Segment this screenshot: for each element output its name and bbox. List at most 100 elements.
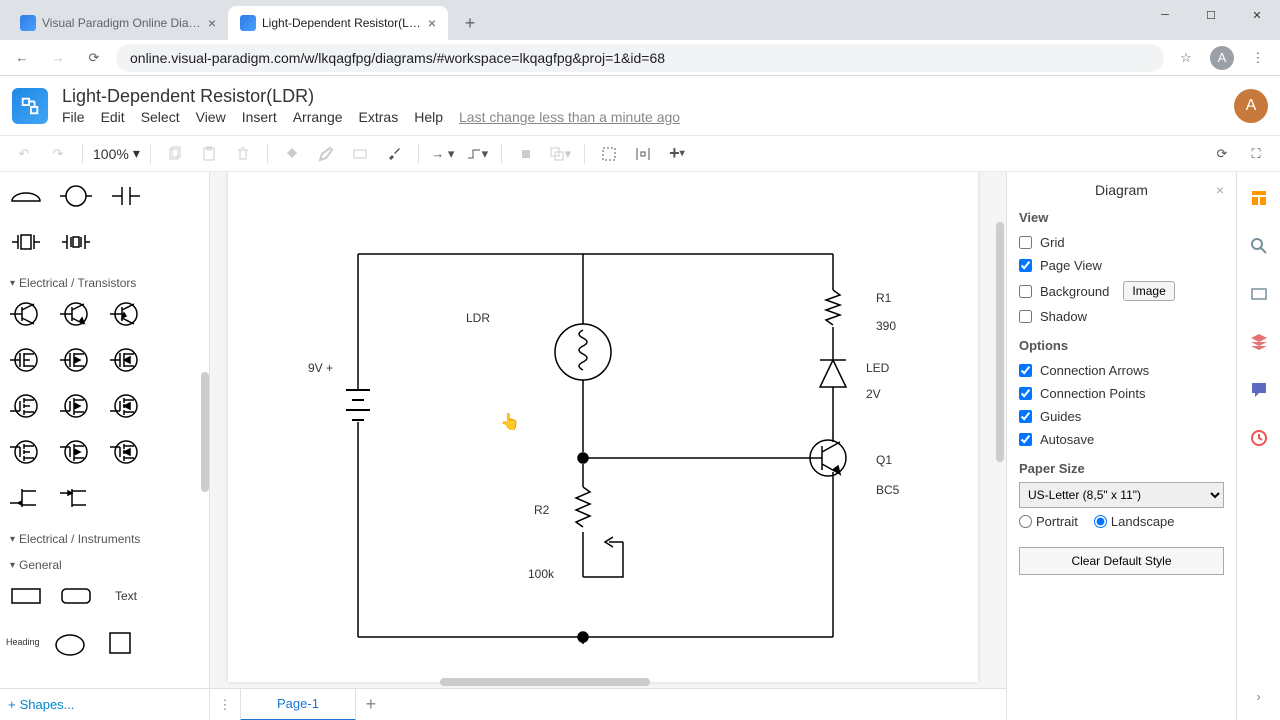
paste-button[interactable] xyxy=(195,140,223,168)
shape-heading[interactable]: Heading xyxy=(6,624,40,660)
style-brush-button[interactable] xyxy=(380,140,408,168)
redo-button[interactable]: ↷ xyxy=(44,140,72,168)
conn-points-checkbox[interactable] xyxy=(1019,387,1032,400)
menu-edit[interactable]: Edit xyxy=(101,109,125,125)
menu-arrange[interactable]: Arrange xyxy=(293,109,343,125)
shape-capacitor[interactable] xyxy=(106,178,146,214)
document-title[interactable]: Light-Dependent Resistor(LDR) xyxy=(62,86,680,107)
scrollbar-vertical[interactable] xyxy=(996,222,1004,462)
grid-snap-button[interactable] xyxy=(595,140,623,168)
menu-help[interactable]: Help xyxy=(414,109,443,125)
browser-tab[interactable]: Visual Paradigm Online Diagram × xyxy=(8,6,228,40)
refresh-icon[interactable]: ⟳ xyxy=(1208,140,1236,168)
pencil-button[interactable] xyxy=(312,140,340,168)
diagram-page[interactable]: LDR 9V + R1 390 LED 2V Q1 BC5 R2 100k 👆 xyxy=(228,172,978,682)
clear-default-style-button[interactable]: Clear Default Style xyxy=(1019,547,1224,575)
maximize-button[interactable]: ☐ xyxy=(1188,0,1234,30)
shape-fet-7[interactable] xyxy=(6,434,46,470)
snap-button[interactable] xyxy=(629,140,657,168)
bookmark-icon[interactable]: ☆ xyxy=(1172,44,1200,72)
menu-select[interactable]: Select xyxy=(141,109,180,125)
shape-fet-2[interactable] xyxy=(56,342,96,378)
expand-rail-icon[interactable]: › xyxy=(1247,684,1271,708)
shadow-checkbox[interactable] xyxy=(1019,310,1032,323)
canvas-viewport[interactable]: LDR 9V + R1 390 LED 2V Q1 BC5 R2 100k 👆 xyxy=(210,172,1006,688)
scrollbar[interactable] xyxy=(201,372,209,492)
shape-text[interactable]: Text xyxy=(106,578,146,614)
page-tabs-menu[interactable]: ⋮ xyxy=(210,697,240,713)
shape-fet-9[interactable] xyxy=(106,434,146,470)
menu-extras[interactable]: Extras xyxy=(359,109,399,125)
connector-button[interactable]: → ▾ xyxy=(429,140,457,168)
fill-button[interactable] xyxy=(278,140,306,168)
layers-icon[interactable] xyxy=(1247,282,1271,306)
shape-semicircle[interactable] xyxy=(6,178,46,214)
grid-checkbox[interactable] xyxy=(1019,236,1032,249)
shape-fet-4[interactable] xyxy=(6,388,46,424)
back-button[interactable]: ← xyxy=(8,44,36,72)
category-transistors[interactable]: Electrical / Transistors xyxy=(6,270,203,296)
minimize-button[interactable]: ─ xyxy=(1142,0,1188,30)
close-panel-icon[interactable]: × xyxy=(1216,182,1224,198)
shape-fet-3[interactable] xyxy=(106,342,146,378)
shape-jfet-2[interactable] xyxy=(56,480,96,516)
image-button[interactable]: Image xyxy=(1123,281,1174,301)
shape-ellipse[interactable] xyxy=(50,624,90,660)
insert-button[interactable]: + ▾ xyxy=(663,140,691,168)
forward-button[interactable]: → xyxy=(44,44,72,72)
shape-transistor-3[interactable] xyxy=(106,296,146,332)
menu-view[interactable]: View xyxy=(196,109,226,125)
new-tab-button[interactable]: + xyxy=(456,9,484,37)
shape-rect[interactable] xyxy=(6,578,46,614)
user-avatar[interactable]: A xyxy=(1234,89,1268,123)
zoom-selector[interactable]: 100% ▾ xyxy=(93,145,140,162)
category-instruments[interactable]: Electrical / Instruments xyxy=(6,526,203,552)
close-icon[interactable]: × xyxy=(428,15,436,31)
scrollbar-horizontal[interactable] xyxy=(440,678,650,686)
page-tab-1[interactable]: Page-1 xyxy=(240,689,356,720)
shape-crystal-alt[interactable] xyxy=(56,224,96,260)
comments-icon[interactable] xyxy=(1247,378,1271,402)
to-back-button[interactable]: ▾ xyxy=(546,140,574,168)
reload-button[interactable]: ⟳ xyxy=(80,44,108,72)
url-input[interactable]: online.visual-paradigm.com/w/lkqagfpg/di… xyxy=(116,44,1164,72)
close-window-button[interactable]: ✕ xyxy=(1234,0,1280,30)
shape-transistor-1[interactable] xyxy=(6,296,46,332)
landscape-radio[interactable] xyxy=(1094,515,1107,528)
category-general[interactable]: General xyxy=(6,552,203,578)
history-icon[interactable] xyxy=(1247,426,1271,450)
copy-button[interactable] xyxy=(161,140,189,168)
waypoint-button[interactable]: ▾ xyxy=(463,140,491,168)
background-checkbox[interactable] xyxy=(1019,285,1032,298)
close-icon[interactable]: × xyxy=(208,15,216,31)
shape-fet-1[interactable] xyxy=(6,342,46,378)
paper-size-select[interactable]: US-Letter (8,5" x 11") xyxy=(1019,482,1224,508)
autosave-checkbox[interactable] xyxy=(1019,433,1032,446)
shape-square[interactable] xyxy=(100,624,140,660)
add-page-button[interactable]: + xyxy=(356,694,386,715)
search-icon[interactable] xyxy=(1247,234,1271,258)
conn-arrows-checkbox[interactable] xyxy=(1019,364,1032,377)
portrait-radio[interactable] xyxy=(1019,515,1032,528)
shape-circle-lines[interactable] xyxy=(56,178,96,214)
shape-crystal[interactable] xyxy=(6,224,46,260)
stack-icon[interactable] xyxy=(1247,330,1271,354)
shape-button[interactable] xyxy=(346,140,374,168)
shape-fet-5[interactable] xyxy=(56,388,96,424)
last-change-link[interactable]: Last change less than a minute ago xyxy=(459,109,680,125)
undo-button[interactable]: ↶ xyxy=(10,140,38,168)
templates-icon[interactable] xyxy=(1247,186,1271,210)
delete-button[interactable] xyxy=(229,140,257,168)
browser-menu-button[interactable]: ⋮ xyxy=(1244,44,1272,72)
shape-rounded-rect[interactable] xyxy=(56,578,96,614)
profile-button[interactable]: A xyxy=(1208,44,1236,72)
page-view-checkbox[interactable] xyxy=(1019,259,1032,272)
shape-fet-8[interactable] xyxy=(56,434,96,470)
shapes-button[interactable]: + Shapes... xyxy=(0,688,209,720)
shape-transistor-2[interactable] xyxy=(56,296,96,332)
menu-file[interactable]: File xyxy=(62,109,85,125)
fullscreen-icon[interactable]: ⛶ xyxy=(1242,140,1270,168)
app-logo[interactable] xyxy=(12,88,48,124)
to-front-button[interactable] xyxy=(512,140,540,168)
shape-jfet-1[interactable] xyxy=(6,480,46,516)
